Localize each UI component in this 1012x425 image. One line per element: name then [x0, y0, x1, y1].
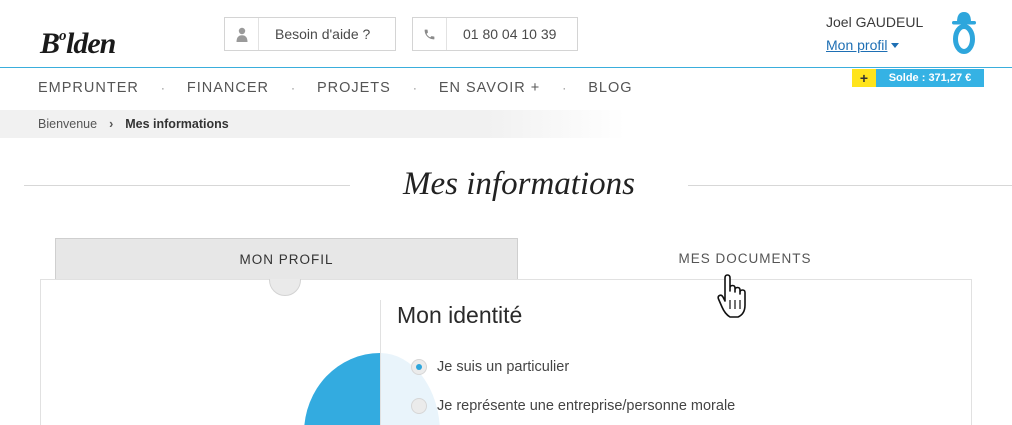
bolden-logo[interactable]: Bolden	[40, 16, 116, 64]
nav-item-emprunter[interactable]: EMPRUNTER	[38, 80, 139, 96]
panel-divider	[380, 300, 381, 425]
add-funds-button[interactable]: +	[852, 69, 876, 87]
caret-down-icon	[891, 43, 900, 48]
breadcrumb-separator: ›	[109, 117, 114, 131]
logo-letter-b: B	[40, 27, 60, 60]
logo-letters-lden: lden	[66, 27, 116, 60]
breadcrumb: Bienvenue › Mes informations	[0, 110, 625, 138]
nav-item-projets[interactable]: PROJETS	[317, 80, 391, 96]
logo-letter-o: o	[59, 28, 67, 44]
nav-item-financer[interactable]: FINANCER	[187, 80, 269, 96]
person-icon	[225, 18, 259, 50]
nav-separator: ·	[562, 81, 567, 95]
title-rule-left	[24, 185, 350, 186]
hand-pointer-icon	[716, 274, 748, 320]
help-button[interactable]: Besoin d'aide ?	[224, 17, 396, 51]
radio-unchecked-icon[interactable]	[411, 398, 427, 414]
radio-particulier-label: Je suis un particulier	[437, 359, 570, 375]
phone-number: 01 80 04 10 39	[463, 26, 557, 42]
identity-section-title: Mon identité	[397, 302, 523, 328]
phone-button[interactable]: 01 80 04 10 39	[412, 17, 578, 51]
radio-particulier[interactable]: Je suis un particulier	[411, 359, 569, 375]
profile-dropdown-link[interactable]: Mon profil	[826, 37, 900, 53]
tab-mes-documents[interactable]: MES DOCUMENTS	[518, 238, 972, 279]
bowler-hat-mascot-icon[interactable]	[946, 10, 982, 54]
breadcrumb-home-link[interactable]: Bienvenue	[38, 117, 97, 131]
nav-separator: ·	[412, 81, 417, 95]
balance-badge[interactable]: Solde : 371,27 €	[876, 69, 984, 87]
radio-entreprise-label: Je représente une entreprise/personne mo…	[437, 398, 736, 414]
breadcrumb-current: Mes informations	[125, 117, 229, 131]
radio-entreprise[interactable]: Je représente une entreprise/personne mo…	[411, 398, 735, 414]
title-rule-right	[688, 185, 1012, 186]
page-title: Mes informations	[403, 166, 635, 202]
nav-separator: ·	[290, 81, 295, 95]
tab-mon-profil[interactable]: MON PROFIL	[55, 238, 518, 279]
phone-icon	[413, 18, 447, 50]
help-label: Besoin d'aide ?	[275, 26, 371, 42]
nav-separator: ·	[160, 81, 165, 95]
radio-checked-icon[interactable]	[411, 359, 427, 375]
nav-item-en-savoir-plus[interactable]: EN SAVOIR +	[439, 80, 540, 96]
site-header: Bolden Besoin d'aide ? 01 80 04 10 39 Jo…	[0, 0, 1012, 68]
profile-link-label: Mon profil	[826, 37, 888, 53]
nav-item-blog[interactable]: BLOG	[588, 80, 632, 96]
main-nav: EMPRUNTER · FINANCER · PROJETS · EN SAVO…	[38, 78, 633, 98]
user-name: Joel GAUDEUL	[826, 14, 924, 30]
